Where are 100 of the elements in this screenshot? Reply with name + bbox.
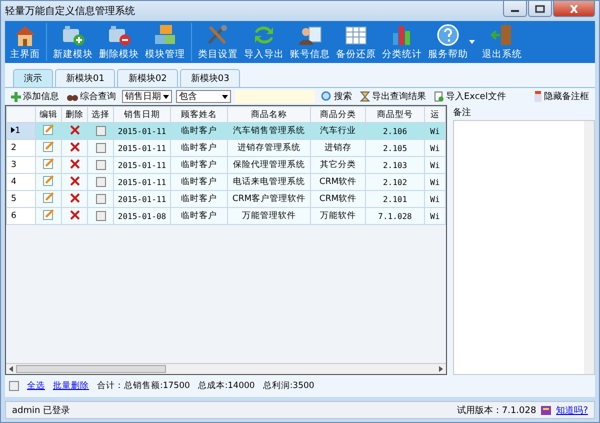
blocks-icon <box>106 23 132 47</box>
column-header[interactable]: 商品名称 <box>228 106 310 122</box>
edit-icon[interactable] <box>43 209 54 220</box>
table-cell: 临时客户 <box>170 174 228 190</box>
column-header[interactable]: 运 <box>424 106 446 122</box>
hide-notes-button[interactable]: 隐藏备注框 <box>532 90 591 103</box>
toolbar-button[interactable]: 模块管理 <box>142 23 192 61</box>
row-header[interactable]: 4 <box>6 174 36 190</box>
table-cell: 7.1.028 <box>366 208 424 224</box>
edit-icon[interactable] <box>43 175 54 186</box>
table-cell: 2.101 <box>366 190 424 208</box>
operator-dropdown[interactable]: 包含 <box>176 90 231 103</box>
row-checkbox[interactable] <box>96 126 106 136</box>
delete-icon[interactable] <box>70 176 80 186</box>
select-all-link[interactable]: 全选 <box>27 380 45 392</box>
edit-icon[interactable] <box>43 124 54 135</box>
row-header[interactable]: 2 <box>6 140 36 156</box>
batch-delete-link[interactable]: 批量删除 <box>53 380 89 392</box>
document-icon <box>434 91 444 102</box>
delete-icon[interactable] <box>70 210 80 220</box>
close-icon <box>569 4 579 12</box>
row-header[interactable]: 1 <box>6 122 36 140</box>
row-checkbox[interactable] <box>96 194 106 204</box>
column-header[interactable]: 顾客姓名 <box>170 106 228 122</box>
toolbar-button[interactable]: 新建模块 <box>50 23 96 61</box>
total-profit-text: 总利润:3500 <box>262 380 314 392</box>
module-tab[interactable]: 演示 <box>13 69 53 87</box>
module-tab[interactable]: 新模块03 <box>180 69 240 87</box>
table-cell: 临时客户 <box>170 122 228 140</box>
select-all-checkbox[interactable] <box>9 381 19 391</box>
toolbar-button[interactable]: 账号信息 <box>287 23 333 61</box>
delete-icon[interactable] <box>70 124 80 134</box>
edit-icon[interactable] <box>43 158 54 169</box>
column-header[interactable]: 编辑 <box>36 106 62 122</box>
table-cell: 汽车销售管理系统 <box>228 122 310 140</box>
table-cell: 保险代理管理系统 <box>228 156 310 174</box>
table-cell: Wi <box>424 190 446 208</box>
version-text: 试用版本：7.1.028 <box>456 404 536 416</box>
help-icon <box>435 23 461 47</box>
row-header[interactable]: 5 <box>6 190 36 208</box>
delete-icon[interactable] <box>70 192 80 202</box>
login-status: admin 已登录 <box>12 404 70 416</box>
column-header[interactable]: 商品型号 <box>366 106 424 122</box>
export-button[interactable]: 导出查询结果 <box>358 90 428 103</box>
column-header[interactable]: 商品分类 <box>310 106 366 122</box>
delete-icon[interactable] <box>70 158 80 168</box>
binoculars-icon <box>67 92 78 101</box>
dropdown-arrow-icon[interactable] <box>469 40 475 44</box>
vertical-scrollbar[interactable] <box>584 121 594 374</box>
table-cell: Wi <box>424 174 446 190</box>
toolbar-button[interactable]: 分类统计 <box>379 23 425 61</box>
table-cell: 临时客户 <box>170 140 228 156</box>
search-button[interactable]: 搜索 <box>319 90 354 103</box>
close-button[interactable] <box>553 1 595 17</box>
combined-query-button[interactable]: 综合查询 <box>65 90 118 103</box>
table-cell: 2015-01-11 <box>114 122 170 140</box>
table-cell: 汽车行业 <box>310 122 366 140</box>
row-header[interactable]: 6 <box>6 208 36 224</box>
delete-icon[interactable] <box>70 142 80 152</box>
table-cell: Wi <box>424 156 446 174</box>
module-tab[interactable]: 新模块01 <box>55 69 116 87</box>
maximize-button[interactable] <box>528 1 552 17</box>
edit-icon[interactable] <box>43 141 54 152</box>
toolbar-button[interactable]: 删除模块 <box>96 23 142 61</box>
row-checkbox[interactable] <box>96 160 106 170</box>
query-input[interactable] <box>235 90 315 103</box>
total-cost-text: 总成本:14000 <box>198 380 255 392</box>
table-cell: 2015-01-11 <box>114 156 170 174</box>
toolbar-button[interactable]: 备份还原 <box>333 23 379 61</box>
row-checkbox[interactable] <box>96 210 106 221</box>
row-checkbox[interactable] <box>96 176 106 187</box>
toolbar-button[interactable]: 类目设置 <box>195 23 241 61</box>
column-header[interactable]: 销售日期 <box>114 106 170 122</box>
column-header[interactable]: 删除 <box>62 106 88 122</box>
row-checkbox[interactable] <box>96 142 106 153</box>
add-info-button[interactable]: 添加信息 <box>9 90 61 103</box>
module-tab[interactable]: 新模块02 <box>117 69 178 87</box>
import-excel-button[interactable]: 导入Excel文件 <box>432 90 508 103</box>
table-cell: 其它分类 <box>310 156 366 174</box>
horizontal-scrollbar[interactable] <box>6 363 446 374</box>
column-header[interactable]: 选择 <box>88 106 114 122</box>
scroll-right-icon[interactable] <box>438 366 444 372</box>
toolbar-button[interactable]: 主界面 <box>7 23 47 61</box>
edit-icon[interactable] <box>43 192 54 203</box>
table-cell: 2015-01-08 <box>114 208 170 224</box>
toolbar-button[interactable]: 导入导出 <box>241 23 287 61</box>
toolbar-button[interactable]: 服务帮助 <box>425 23 471 61</box>
table-cell: 进销存管理系统 <box>228 140 310 156</box>
table-cell: Wi <box>424 140 446 156</box>
hourglass-icon <box>360 91 370 102</box>
scroll-left-icon[interactable] <box>8 366 14 372</box>
toolbar-button[interactable]: 退出系统 <box>479 23 525 61</box>
table-cell: CRM软件 <box>310 174 366 190</box>
table-cell: 2.102 <box>366 174 424 190</box>
info-link[interactable]: 知道吗? <box>556 404 588 416</box>
row-header[interactable]: 3 <box>6 156 36 174</box>
field-dropdown[interactable]: 销售日期 <box>122 90 172 103</box>
book-icon <box>540 404 552 416</box>
minimize-button[interactable] <box>503 1 527 17</box>
table-cell: 2.105 <box>366 140 424 156</box>
